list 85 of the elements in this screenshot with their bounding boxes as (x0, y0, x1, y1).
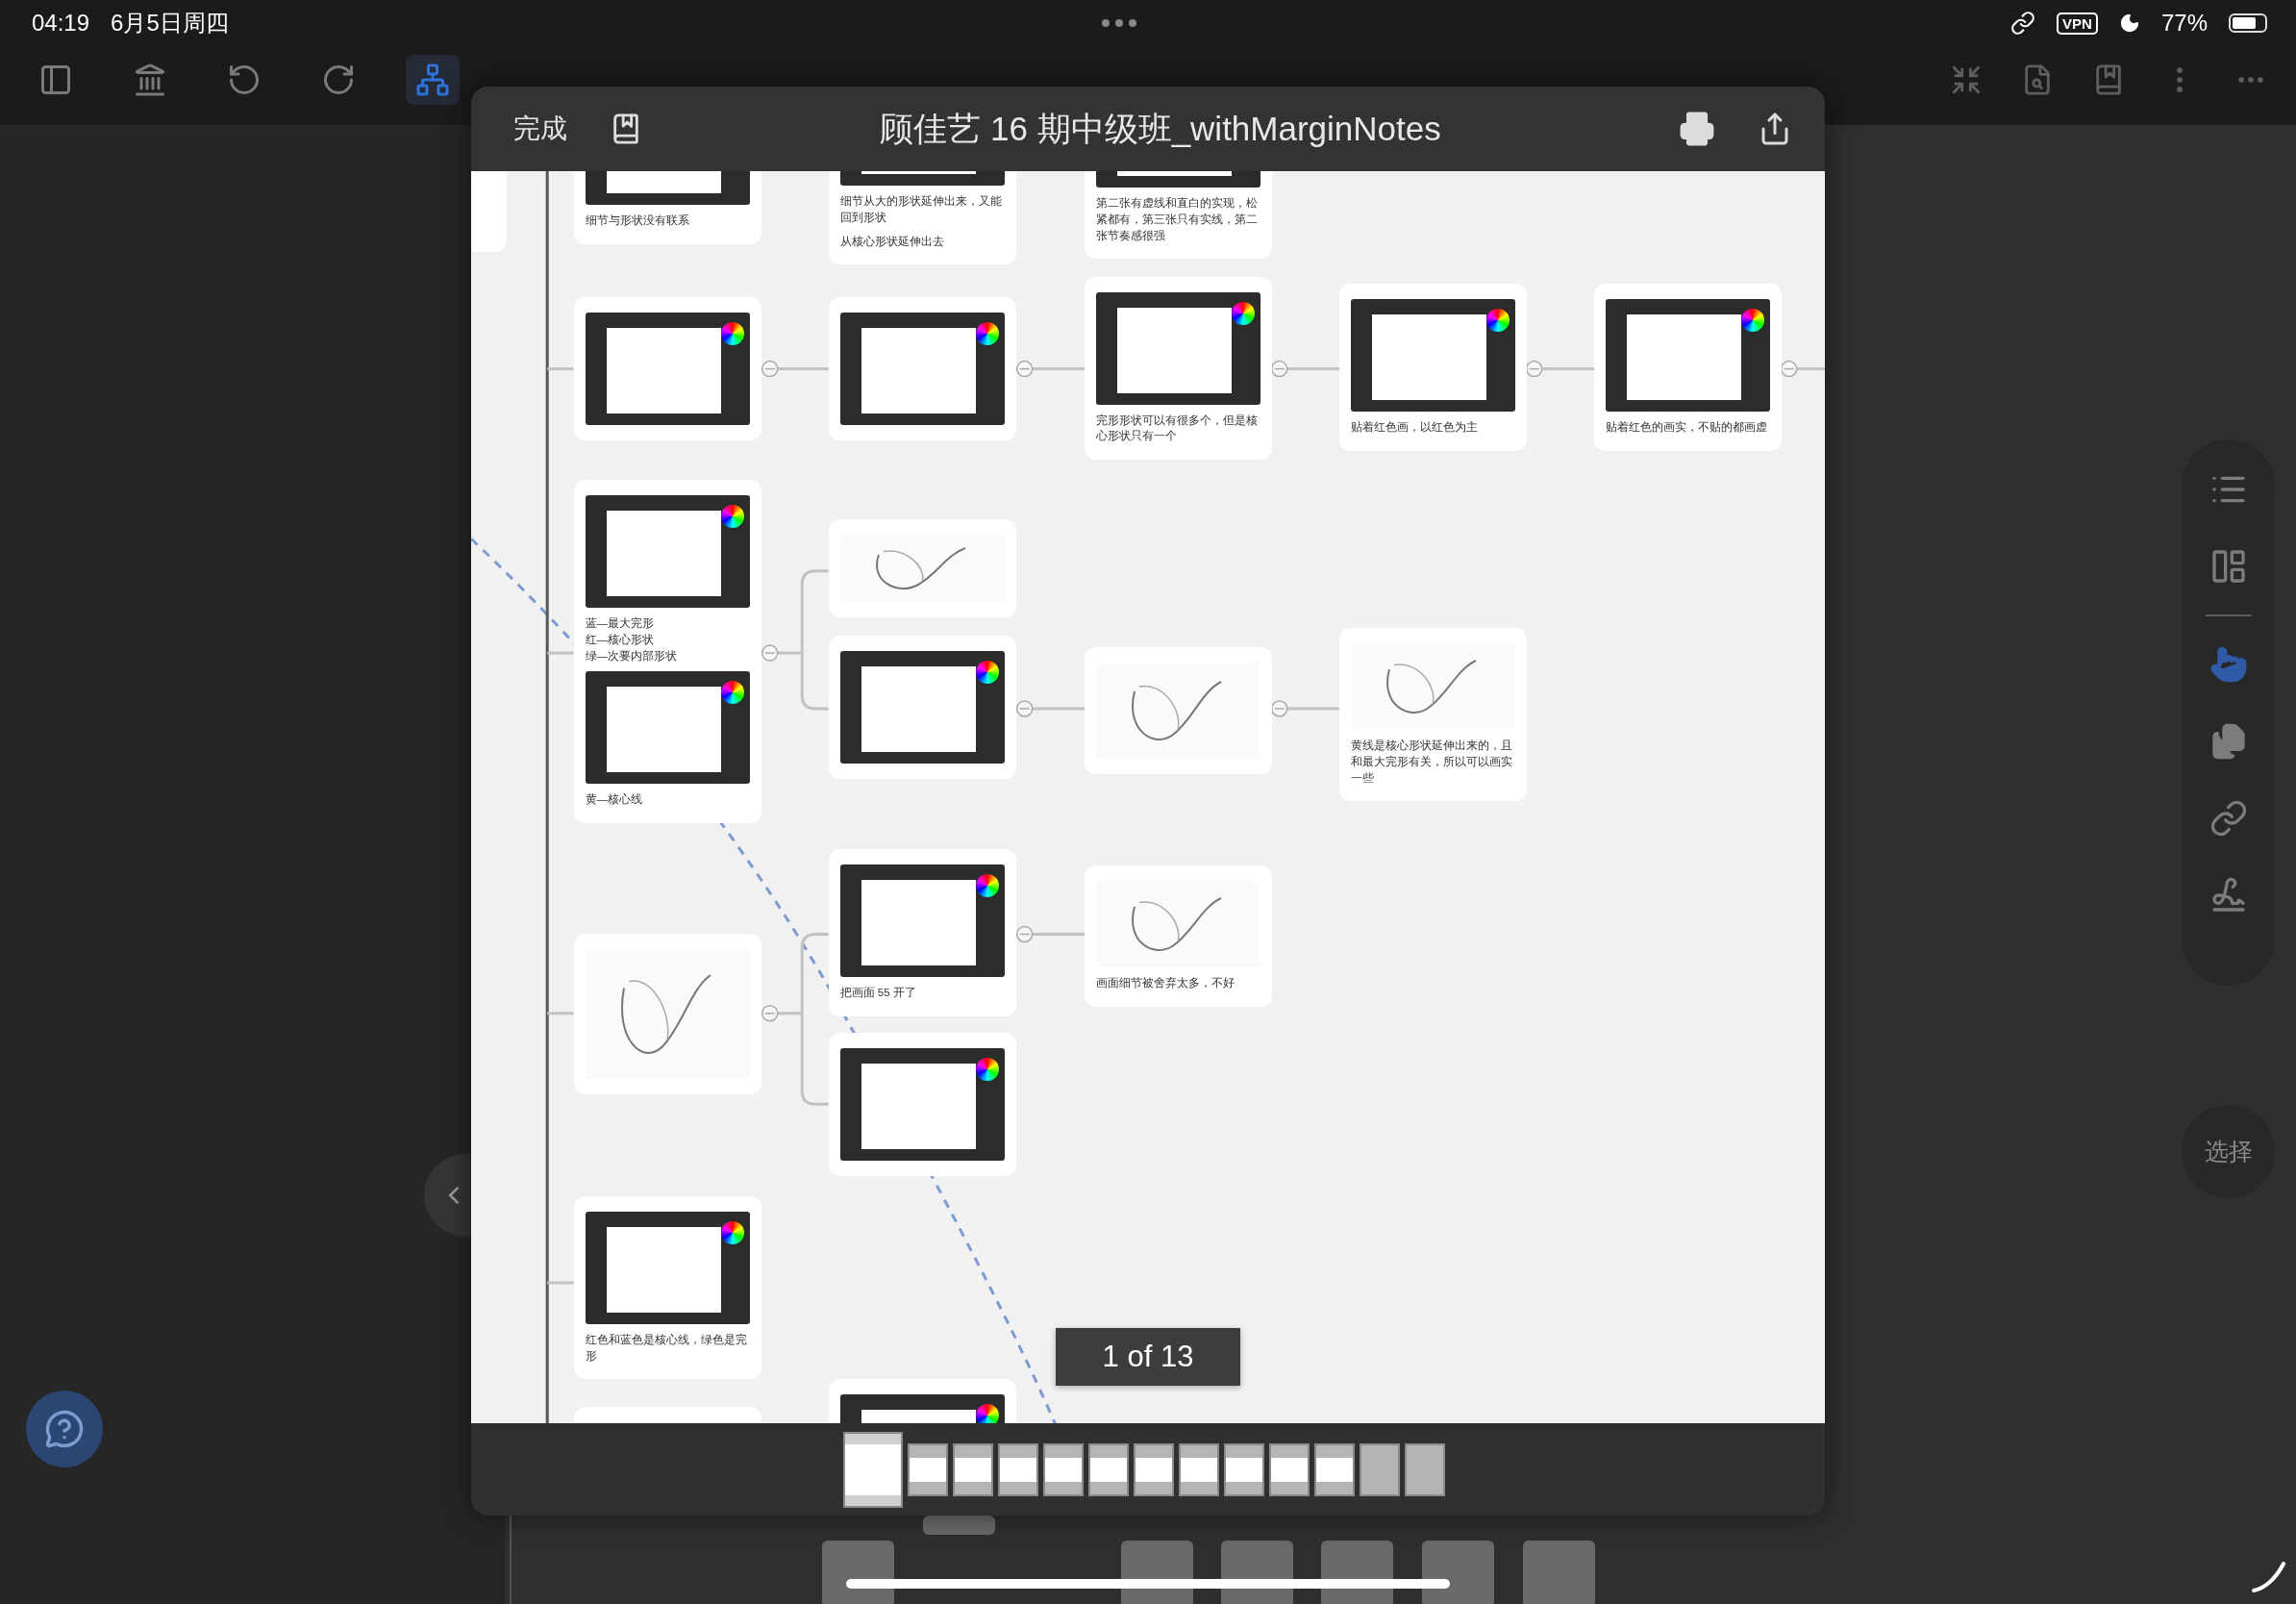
page-thumbnail[interactable] (1269, 1442, 1310, 1496)
mindmap-node[interactable]: 贴着红色画，以红色为主 (1339, 284, 1528, 451)
link-icon (2010, 11, 2036, 36)
mindmap-node[interactable]: 第二张有虚线和直白的实现，松紧都有，第三张只有实线，第二张节奏感很强 (1085, 171, 1273, 260)
battery-percent: 77% (2160, 10, 2208, 37)
mindmap-node[interactable] (828, 519, 1016, 618)
collapse-toggle[interactable] (1780, 360, 1798, 378)
collapse-toggle[interactable] (1270, 360, 1288, 378)
sidebar-icon (38, 63, 73, 97)
print-button[interactable] (1679, 111, 1715, 147)
node-note: 细节与形状没有联系 (585, 213, 690, 229)
collapse-toggle[interactable] (1015, 360, 1034, 378)
status-time: 04:19 (32, 10, 90, 37)
question-bubble-icon (44, 1409, 85, 1449)
collapse-arrows-icon[interactable] (1950, 63, 1983, 96)
bank-icon (133, 63, 167, 97)
mindmap-node[interactable] (828, 296, 1016, 440)
node-note: 画面细节被舍弃太多，不好 (1096, 975, 1236, 990)
node-note: 绿—次要内部形状 (585, 648, 679, 664)
mindmap-node[interactable]: 贴着红色的画实，不贴的都画虚 (1594, 284, 1783, 451)
redo-icon (321, 63, 356, 97)
node-note: 贴着红色的画实，不贴的都画虚 (1606, 420, 1769, 436)
status-date: 6月5日周四 (111, 9, 229, 38)
toolbar-button[interactable] (406, 55, 460, 105)
node-note: 蓝—最大完形 (585, 616, 656, 632)
window-title: 顾佳艺 16 期中级班_withMarginNotes (879, 108, 1442, 149)
branch-line (547, 651, 574, 655)
node-note: 细节从大的形状延伸出来，又能回到形状 (839, 194, 1003, 226)
palette-tool[interactable] (2209, 799, 2248, 838)
branch-line (547, 1012, 574, 1015)
collapse-toggle[interactable] (1525, 360, 1543, 378)
mindmap-node[interactable] (828, 1032, 1016, 1176)
done-button[interactable]: 完成 (513, 111, 567, 147)
mindmap-node[interactable] (828, 635, 1016, 779)
collapse-toggle[interactable] (1015, 925, 1034, 943)
hand-pointer-icon (2209, 645, 2248, 684)
mindmap-node[interactable]: 细节与形状没有联系 (573, 171, 761, 245)
node-note: 从核心形状延伸出去 (839, 234, 945, 249)
undo-icon (227, 63, 262, 97)
node-note: 红—核心形状 (585, 633, 656, 647)
collapse-toggle[interactable] (761, 644, 779, 662)
collapse-toggle[interactable] (1015, 700, 1034, 717)
mindmap-node[interactable]: 细节从大的形状延伸出来，又能回到形状 从核心形状延伸出去 (828, 171, 1016, 265)
node-note: 黄线是核心形状延伸出来的，且和最大完形有关，所以可以画实一些 (1351, 739, 1514, 786)
mindmap-node[interactable]: 把画面 55 开了 (828, 849, 1016, 1016)
node-note: 第二张有虚线和直白的实现，松紧都有，第三张只有实线，第二张节奏感很强 (1096, 196, 1260, 243)
select-button[interactable]: 选择 (2182, 1105, 2275, 1198)
mindmap-node[interactable]: 黄线是核心形状延伸出来的，且和最大完形有关，所以可以画实一些 (1339, 628, 1528, 802)
vpn-badge: VPN (2057, 12, 2098, 35)
printer-icon (1679, 111, 1715, 147)
page-thumbnail[interactable] (1134, 1442, 1174, 1496)
page-thumbnail[interactable] (1088, 1442, 1129, 1496)
page-thumbnail[interactable] (1043, 1442, 1084, 1496)
page-thumbnail[interactable] (1314, 1442, 1355, 1496)
page-thumbnail[interactable] (953, 1442, 993, 1496)
node-note: 黄—核心线 (585, 792, 644, 808)
page-thumbnail[interactable] (1224, 1442, 1264, 1496)
mindmap-node[interactable] (1085, 646, 1273, 774)
page-thumbnail[interactable] (843, 1431, 903, 1508)
mindmap-node[interactable]: 红色和蓝色是核心线，绿色是完形 (573, 1196, 761, 1380)
mindmap-node[interactable]: 蓝—最大完形 红—核心形状 绿—次要内部形状 黄—核心线 (573, 480, 761, 824)
link-icon (2209, 799, 2248, 838)
multitask-dots-icon[interactable] (1102, 19, 1137, 27)
mindmap-icon (415, 63, 450, 97)
collapse-toggle[interactable] (761, 360, 779, 378)
palette-tool[interactable] (2209, 645, 2248, 684)
branch-line (547, 1281, 574, 1285)
branch-line (547, 367, 574, 371)
page-thumbnail[interactable] (1405, 1442, 1445, 1496)
page-thumbnail[interactable] (998, 1442, 1038, 1496)
node-note: 贴着红色画，以红色为主 (1351, 420, 1480, 436)
page-thumbnail[interactable] (1179, 1442, 1219, 1496)
moon-icon (2118, 13, 2140, 34)
mindmap-node[interactable]: 画面细节被舍弃太多，不好 (1085, 865, 1273, 1007)
page-thumbnail[interactable] (1360, 1442, 1400, 1496)
node-note: 红色和蓝色是核心线，绿色是完形 (585, 1333, 748, 1364)
page-thumbnail[interactable] (908, 1442, 948, 1496)
node-note: 完形形状可以有很多个，但是核心形状只有一个 (1096, 413, 1260, 444)
page-indicator: 1 of 13 (1056, 1328, 1240, 1386)
node-note: 把画面 55 开了 (839, 986, 917, 1001)
collapse-toggle[interactable] (761, 1004, 779, 1022)
mindmap-node[interactable] (573, 296, 761, 440)
mindmap-node[interactable] (573, 934, 761, 1095)
mindmap-node[interactable]: 完形形状可以有很多个，但是核心形状只有一个 (1085, 276, 1273, 460)
battery-icon (2229, 13, 2267, 33)
